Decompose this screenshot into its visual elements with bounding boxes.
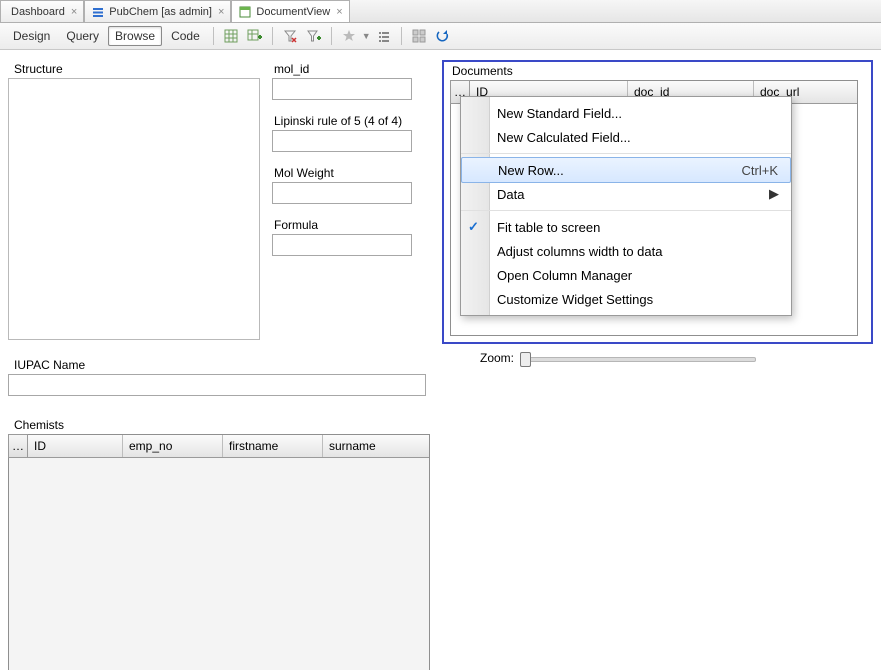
chemists-label: Chemists <box>14 418 428 432</box>
structure-panel[interactable] <box>8 78 260 340</box>
menu-fit-table-to-screen[interactable]: ✓Fit table to screen <box>461 215 791 239</box>
col-firstname[interactable]: firstname <box>223 435 323 457</box>
close-icon[interactable]: × <box>336 6 342 18</box>
iupac-label: IUPAC Name <box>14 358 428 372</box>
col-emp-no[interactable]: emp_no <box>123 435 223 457</box>
tab-dashboard[interactable]: Dashboard × <box>0 0 84 22</box>
divider <box>331 27 332 45</box>
menu-separator <box>461 210 791 211</box>
chemists-table[interactable]: … ID emp_no firstname surname <box>8 434 430 670</box>
datasource-icon <box>91 5 105 19</box>
molweight-label: Mol Weight <box>274 166 428 180</box>
menu-new-row[interactable]: New Row...Ctrl+K <box>461 157 791 183</box>
menu-new-calculated-field[interactable]: New Calculated Field... <box>461 125 791 149</box>
check-icon: ✓ <box>468 219 479 235</box>
formula-label: Formula <box>274 218 428 232</box>
lipinski-field[interactable] <box>272 130 412 152</box>
table-body <box>9 458 429 670</box>
col-surname[interactable]: surname <box>323 435 429 457</box>
close-icon[interactable]: × <box>71 6 77 18</box>
query-button[interactable]: Query <box>59 26 106 46</box>
menu-new-standard-field[interactable]: New Standard Field... <box>461 101 791 125</box>
list-icon[interactable] <box>373 25 395 47</box>
filter-add-icon[interactable] <box>303 25 325 47</box>
design-button[interactable]: Design <box>6 26 57 46</box>
divider <box>272 27 273 45</box>
editor-tabbar: Dashboard × PubChem [as admin] × Documen… <box>0 0 881 23</box>
menu-data-submenu[interactable]: Data▶ <box>461 182 791 206</box>
star-icon[interactable] <box>338 25 360 47</box>
browse-button[interactable]: Browse <box>108 26 162 46</box>
zoom-slider[interactable] <box>520 350 756 366</box>
mode-toolbar: Design Query Browse Code ▼ <box>0 23 881 50</box>
close-icon[interactable]: × <box>218 6 224 18</box>
grid-plus-icon[interactable] <box>244 25 266 47</box>
menu-separator <box>461 153 791 154</box>
menu-adjust-columns[interactable]: Adjust columns width to data <box>461 239 791 263</box>
tab-documentview[interactable]: DocumentView × <box>231 0 349 22</box>
mol-id-field[interactable] <box>272 78 412 100</box>
divider <box>213 27 214 45</box>
zoom-label: Zoom: <box>480 351 514 365</box>
reload-icon[interactable] <box>432 25 454 47</box>
tab-label: PubChem [as admin] <box>109 6 212 18</box>
tab-label: Dashboard <box>11 6 65 18</box>
row-menu-button[interactable]: … <box>8 434 28 458</box>
formula-field[interactable] <box>272 234 412 256</box>
menu-customize-widget[interactable]: Customize Widget Settings <box>461 287 791 311</box>
molweight-field[interactable] <box>272 182 412 204</box>
submenu-arrow-icon: ▶ <box>769 186 779 202</box>
divider <box>401 27 402 45</box>
lipinski-label: Lipinski rule of 5 (4 of 4) <box>274 114 428 128</box>
app-root: Dashboard × PubChem [as admin] × Documen… <box>0 0 881 670</box>
table-header: … ID emp_no firstname surname <box>9 435 429 458</box>
mol-id-label: mol_id <box>274 62 428 76</box>
documents-label: Documents <box>452 64 865 78</box>
tab-label: DocumentView <box>256 6 330 18</box>
tab-pubchem[interactable]: PubChem [as admin] × <box>84 0 231 22</box>
form-icon <box>238 5 252 19</box>
filter-clear-icon[interactable] <box>279 25 301 47</box>
code-button[interactable]: Code <box>164 26 207 46</box>
grid-icon[interactable] <box>220 25 242 47</box>
context-menu: New Standard Field... New Calculated Fie… <box>460 96 792 316</box>
structure-label: Structure <box>14 62 260 76</box>
iupac-field[interactable] <box>8 374 426 396</box>
menu-open-column-manager[interactable]: Open Column Manager <box>461 263 791 287</box>
col-id[interactable]: ID <box>28 435 123 457</box>
tiles-icon[interactable] <box>408 25 430 47</box>
